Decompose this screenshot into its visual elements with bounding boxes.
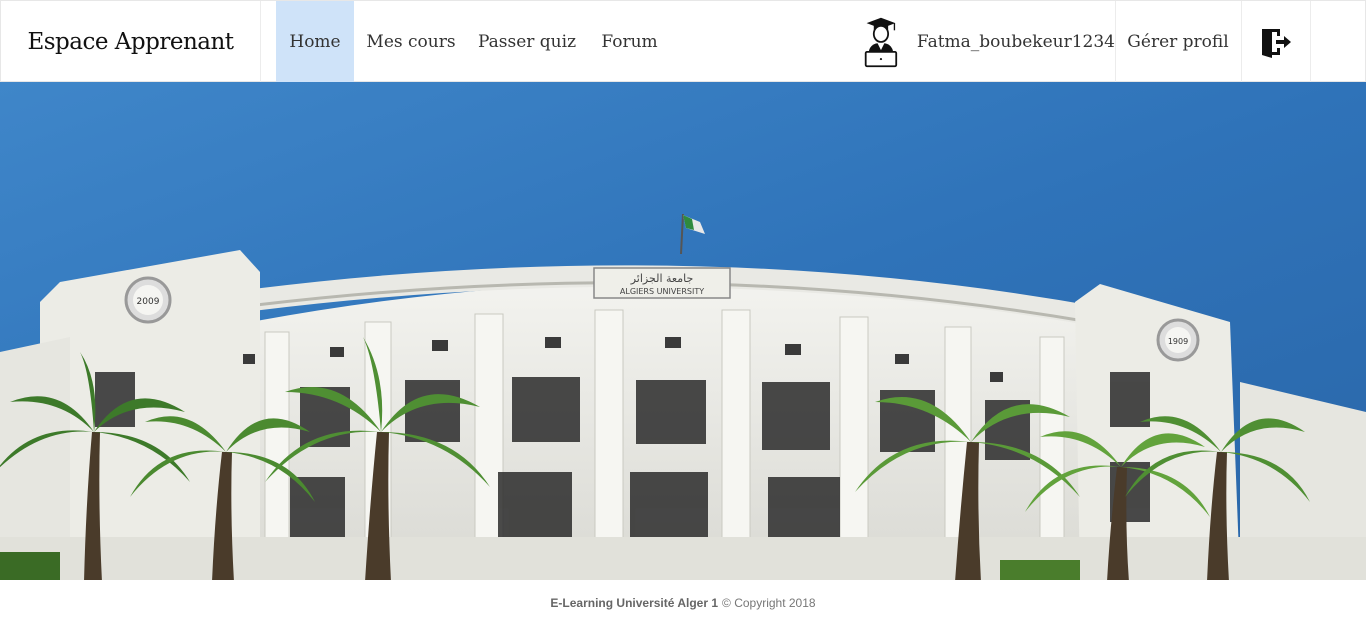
- right-tower-year: 1909: [1168, 337, 1188, 346]
- left-tower-year: 2009: [137, 297, 160, 307]
- manage-profile-label: Gérer profil: [1127, 31, 1229, 52]
- university-building-illustration: جامعة الجزائر ALGIERS UNIVERSITY 2009 19…: [0, 82, 1366, 580]
- logout-button[interactable]: [1241, 1, 1311, 82]
- nav-passer-quiz[interactable]: Passer quiz: [473, 1, 581, 82]
- brand[interactable]: Espace Apprenant: [1, 1, 261, 82]
- brand-title[interactable]: Espace Apprenant: [27, 29, 234, 55]
- footer-copyright: © Copyright 2018: [722, 595, 816, 610]
- sign-english: ALGIERS UNIVERSITY: [620, 287, 704, 296]
- sign-arabic: جامعة الجزائر: [630, 272, 694, 285]
- logout-icon: [1261, 28, 1291, 58]
- nav-forum[interactable]: Forum: [592, 1, 667, 82]
- user-menu[interactable]: Fatma_boubekeur1234: [851, 1, 1116, 82]
- nav-mes-cours[interactable]: Mes cours: [361, 1, 461, 82]
- footer-org: E-Learning Université Alger 1: [550, 595, 719, 610]
- graduate-laptop-icon: [864, 17, 898, 67]
- username: Fatma_boubekeur1234: [916, 31, 1115, 52]
- nav-home[interactable]: Home: [276, 1, 354, 82]
- top-navbar: Espace Apprenant Home Mes cours Passer q…: [0, 0, 1366, 82]
- manage-profile-link[interactable]: Gérer profil: [1115, 1, 1242, 82]
- footer: E-Learning Université Alger 1 © Copyrigh…: [0, 580, 1366, 625]
- hero-banner-image: جامعة الجزائر ALGIERS UNIVERSITY 2009 19…: [0, 82, 1366, 580]
